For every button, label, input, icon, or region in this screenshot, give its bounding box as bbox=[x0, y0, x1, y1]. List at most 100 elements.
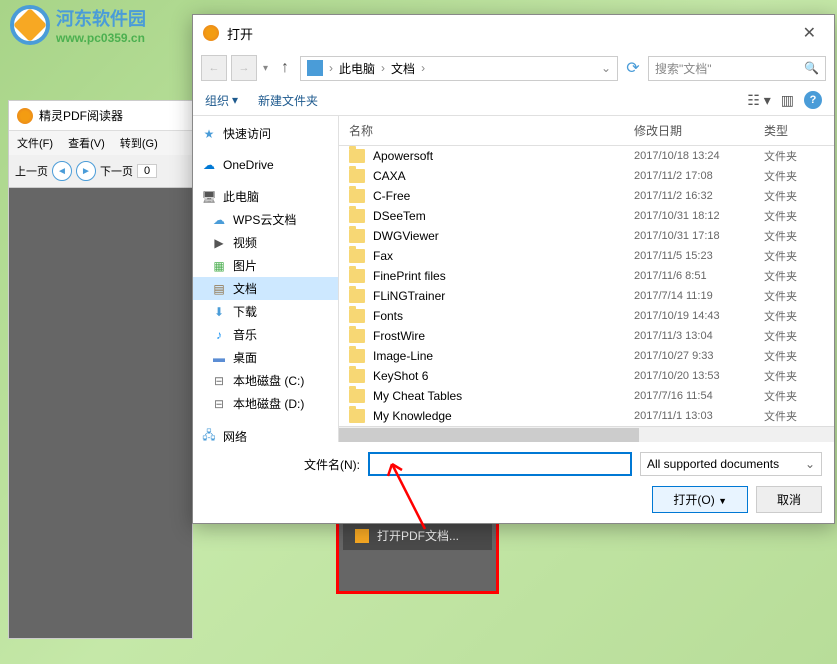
folder-icon bbox=[349, 169, 365, 183]
file-date: 2017/10/19 14:43 bbox=[634, 310, 764, 322]
download-icon: ⬇ bbox=[211, 305, 227, 319]
file-row[interactable]: KeyShot 62017/10/20 13:53文件夹 bbox=[339, 366, 834, 386]
file-row[interactable]: Image-Line2017/10/27 9:33文件夹 bbox=[339, 346, 834, 366]
folder-icon bbox=[349, 209, 365, 223]
file-row[interactable]: FLiNGTrainer2017/7/14 11:19文件夹 bbox=[339, 286, 834, 306]
page-input[interactable] bbox=[137, 164, 157, 178]
dialog-titlebar: 打开 ✕ bbox=[193, 15, 834, 51]
file-date: 2017/11/6 8:51 bbox=[634, 270, 764, 282]
file-row[interactable]: My Cheat Tables2017/7/16 11:54文件夹 bbox=[339, 386, 834, 406]
folder-icon bbox=[349, 409, 365, 423]
file-name: FrostWire bbox=[373, 329, 425, 343]
forward-button[interactable]: → bbox=[231, 55, 257, 81]
file-type: 文件夹 bbox=[764, 328, 824, 344]
picture-icon: ▦ bbox=[211, 259, 227, 273]
pdf-content-area bbox=[9, 188, 192, 638]
open-file-dialog: 打开 ✕ ← → ▾ ↑ › 此电脑 › 文档 › ⌄ ⟳ 搜索"文档" 🔍 组… bbox=[192, 14, 835, 524]
back-button[interactable]: ← bbox=[201, 55, 227, 81]
pdf-reader-titlebar: 精灵PDF阅读器 bbox=[9, 101, 192, 131]
file-name: CAXA bbox=[373, 169, 406, 183]
file-row[interactable]: C-Free2017/11/2 16:32文件夹 bbox=[339, 186, 834, 206]
help-button[interactable]: ? bbox=[804, 91, 822, 109]
file-row[interactable]: FrostWire2017/11/3 13:04文件夹 bbox=[339, 326, 834, 346]
logo-title: 河东软件园 bbox=[56, 5, 146, 31]
file-list[interactable]: Apowersoft2017/10/18 13:24文件夹 CAXA 2017/11… bbox=[339, 146, 834, 426]
sidebar-item-desktop[interactable]: ▬桌面 bbox=[193, 346, 338, 369]
column-type[interactable]: 类型 bbox=[764, 122, 824, 139]
disk-icon: ⊟ bbox=[211, 374, 227, 388]
menu-view[interactable]: 查看(V) bbox=[68, 138, 105, 150]
pdf-reader-window: 精灵PDF阅读器 文件(F) 查看(V) 转到(G) 上一页 ◄ ► 下一页 bbox=[8, 100, 193, 639]
cancel-button[interactable]: 取消 bbox=[756, 486, 822, 513]
folder-icon bbox=[349, 289, 365, 303]
file-row[interactable]: My Knowledge2017/11/1 13:03文件夹 bbox=[339, 406, 834, 426]
file-row[interactable]: Fonts2017/10/19 14:43文件夹 bbox=[339, 306, 834, 326]
column-name[interactable]: 名称 bbox=[349, 122, 634, 139]
music-icon: ♪ bbox=[211, 328, 227, 342]
file-row[interactable]: DWGViewer2017/10/31 17:18文件夹 bbox=[339, 226, 834, 246]
file-type: 文件夹 bbox=[764, 248, 824, 264]
document-icon: ▤ bbox=[211, 282, 227, 296]
scrollbar-thumb[interactable] bbox=[339, 428, 639, 442]
file-name: Apowersoft bbox=[373, 149, 433, 163]
sidebar-item-music[interactable]: ♪音乐 bbox=[193, 323, 338, 346]
history-dropdown-icon[interactable]: ▾ bbox=[263, 63, 268, 74]
file-row[interactable]: DSeeTem2017/10/31 18:12文件夹 bbox=[339, 206, 834, 226]
sidebar-item-network[interactable]: 🖧网络 bbox=[193, 425, 338, 442]
filename-input[interactable] bbox=[368, 452, 632, 476]
up-button[interactable]: ↑ bbox=[274, 57, 296, 79]
breadcrumb-docs[interactable]: 文档 bbox=[391, 60, 415, 77]
folder-icon bbox=[349, 349, 365, 363]
sidebar-item-diskd[interactable]: ⊟本地磁盘 (D:) bbox=[193, 392, 338, 415]
file-date: 2017/11/1 13:03 bbox=[634, 410, 764, 422]
search-input[interactable]: 搜索"文档" 🔍 bbox=[648, 56, 826, 81]
breadcrumb-pc[interactable]: 此电脑 bbox=[339, 60, 375, 77]
file-date: 2017/11/2 16:32 bbox=[634, 190, 764, 202]
open-pdf-button[interactable]: 打开PDF文档... bbox=[343, 521, 492, 550]
pdf-reader-toolbar: 上一页 ◄ ► 下一页 bbox=[9, 155, 192, 188]
column-date[interactable]: 修改日期 bbox=[634, 122, 764, 139]
chevron-down-icon: ▾ bbox=[232, 93, 238, 107]
preview-pane-button[interactable]: ▥ bbox=[781, 92, 794, 109]
file-row[interactable]: CAXA2017/11/2 17:08文件夹 bbox=[339, 166, 834, 186]
file-type: 文件夹 bbox=[764, 308, 824, 324]
filetype-select[interactable]: All supported documents ⌄ bbox=[640, 452, 822, 476]
sidebar-item-wps[interactable]: ☁WPS云文档 bbox=[193, 208, 338, 231]
pdf-file-icon bbox=[355, 529, 369, 543]
wps-icon: ☁ bbox=[211, 213, 227, 227]
sidebar-item-docs[interactable]: ▤文档 bbox=[193, 277, 338, 300]
filetype-label: All supported documents bbox=[647, 457, 779, 471]
sidebar-item-quick[interactable]: ★快速访问 bbox=[193, 122, 338, 145]
pdf-reader-menubar[interactable]: 文件(F) 查看(V) 转到(G) bbox=[9, 131, 192, 155]
prev-page-button[interactable]: ◄ bbox=[52, 161, 72, 181]
view-mode-button[interactable]: ☷ ▾ bbox=[747, 92, 770, 109]
horizontal-scrollbar[interactable] bbox=[339, 426, 834, 442]
file-date: 2017/11/2 17:08 bbox=[634, 170, 764, 182]
breadcrumb-sep-icon: › bbox=[381, 61, 385, 75]
sidebar-item-pc[interactable]: 🖥此电脑 bbox=[193, 185, 338, 208]
breadcrumb-bar[interactable]: › 此电脑 › 文档 › ⌄ bbox=[300, 56, 618, 81]
refresh-button[interactable]: ⟳ bbox=[622, 57, 644, 79]
close-button[interactable]: ✕ bbox=[795, 23, 824, 43]
sidebar-item-video[interactable]: ▶视频 bbox=[193, 231, 338, 254]
breadcrumb-dropdown-icon[interactable]: ⌄ bbox=[601, 61, 611, 75]
file-row[interactable]: Apowersoft2017/10/18 13:24文件夹 bbox=[339, 146, 834, 166]
organize-button[interactable]: 组织 ▾ bbox=[205, 92, 238, 109]
file-name: C-Free bbox=[373, 189, 410, 203]
chevron-down-icon: ⌄ bbox=[805, 457, 815, 471]
sidebar-item-diskc[interactable]: ⊟本地磁盘 (C:) bbox=[193, 369, 338, 392]
prev-page-label: 上一页 bbox=[15, 163, 48, 179]
next-page-button[interactable]: ► bbox=[76, 161, 96, 181]
open-button[interactable]: 打开(O) ▼ bbox=[652, 486, 748, 513]
new-folder-button[interactable]: 新建文件夹 bbox=[258, 92, 318, 109]
sidebar-item-down[interactable]: ⬇下载 bbox=[193, 300, 338, 323]
file-type: 文件夹 bbox=[764, 388, 824, 404]
file-row[interactable]: Fax2017/11/5 15:23文件夹 bbox=[339, 246, 834, 266]
sidebar-item-onedrive[interactable]: ☁OneDrive bbox=[193, 155, 338, 175]
file-row[interactable]: FinePrint files2017/11/6 8:51文件夹 bbox=[339, 266, 834, 286]
sidebar-item-pics[interactable]: ▦图片 bbox=[193, 254, 338, 277]
dialog-footer: 文件名(N): All supported documents ⌄ 打开(O) … bbox=[193, 442, 834, 523]
menu-file[interactable]: 文件(F) bbox=[17, 138, 53, 150]
menu-goto[interactable]: 转到(G) bbox=[120, 138, 158, 150]
file-date: 2017/10/20 13:53 bbox=[634, 370, 764, 382]
